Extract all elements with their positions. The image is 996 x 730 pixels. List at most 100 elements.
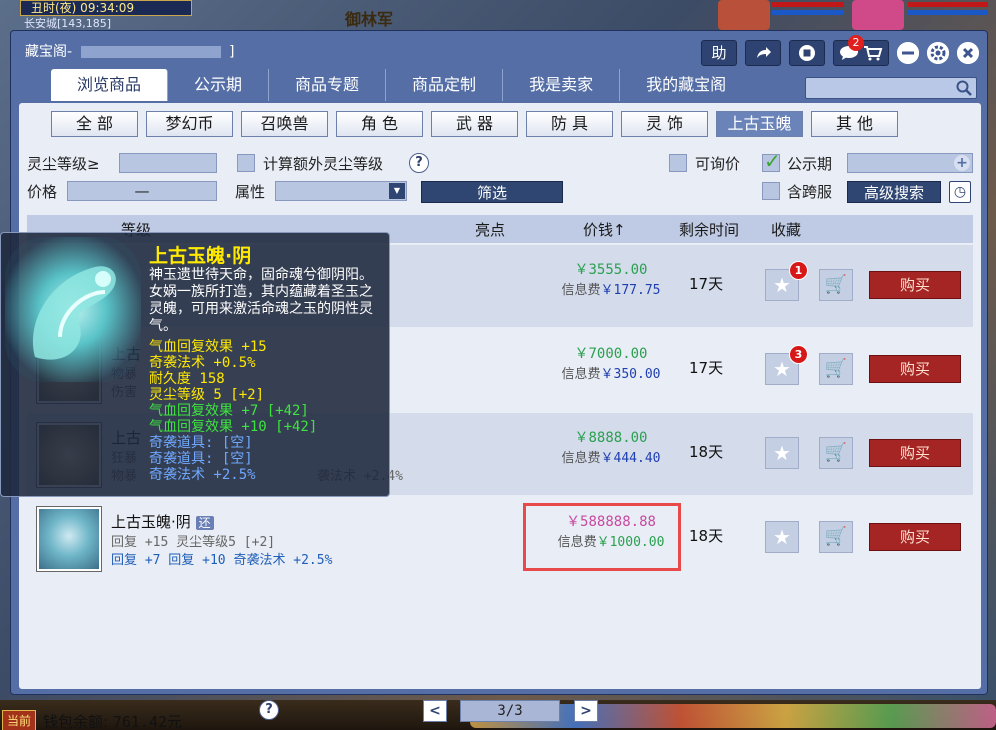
- add-to-cart-button[interactable]: 🛒: [819, 269, 853, 301]
- prev-page-button[interactable]: <: [423, 700, 447, 722]
- category-armor[interactable]: 防 具: [526, 111, 613, 137]
- game-time: 丑时(夜) 09:34:09: [20, 0, 192, 16]
- col-remaining[interactable]: 剩余时间: [679, 219, 739, 240]
- search-input[interactable]: [805, 77, 977, 99]
- page-indicator[interactable]: 3/3: [460, 700, 560, 722]
- category-currency[interactable]: 梦幻币: [146, 111, 233, 137]
- player-portrait[interactable]: [718, 0, 770, 30]
- cart-icon: 🛒: [824, 358, 848, 379]
- help-button[interactable]: 助: [701, 40, 737, 66]
- cart-icon: 🛒: [824, 442, 848, 463]
- favorite-button[interactable]: ★ 3: [765, 345, 808, 385]
- next-page-button[interactable]: >: [574, 700, 598, 722]
- category-all[interactable]: 全 部: [51, 111, 138, 137]
- col-price[interactable]: 价钱↑: [583, 219, 626, 240]
- add-to-cart-button[interactable]: 🛒: [819, 437, 853, 469]
- wallet-label: 钱包余额:: [43, 713, 109, 730]
- main-tabs: 浏览商品 公示期 商品专题 商品定制 我是卖家 我的藏宝阁: [51, 69, 752, 101]
- wallet-help-icon[interactable]: ?: [259, 700, 279, 720]
- buy-button[interactable]: 购买: [869, 355, 961, 383]
- item-price: ￥3555.00: [574, 262, 648, 278]
- filter-button[interactable]: 筛选: [421, 181, 563, 203]
- chat-channel[interactable]: 当前: [2, 710, 37, 730]
- settings-button[interactable]: [927, 42, 949, 64]
- attribute-label: 属性: [235, 183, 266, 201]
- item-attr-1: 回复 +15 灵尘等级5 [+2]: [111, 535, 276, 550]
- buy-button[interactable]: 购买: [869, 523, 961, 551]
- item-name-text: 上古玉魄·阴: [111, 513, 191, 531]
- tooltip-line: 奇袭法术 +0.5%: [149, 355, 256, 371]
- calc-extra-checkbox[interactable]: [237, 154, 255, 172]
- help-icon[interactable]: ?: [409, 153, 429, 173]
- tooltip-line: 奇袭法术 +2.5%: [149, 467, 256, 483]
- plus-icon[interactable]: +: [954, 155, 970, 171]
- category-accessories[interactable]: 灵 饰: [621, 111, 708, 137]
- item-attr-2: 回复 +7 回复 +10 奇袭法术 +2.5%: [111, 553, 333, 568]
- message-count-badge: 2: [848, 35, 864, 51]
- share-button[interactable]: [745, 40, 781, 66]
- tab-publicity[interactable]: 公示期: [168, 69, 270, 101]
- favorite-button[interactable]: ★: [765, 437, 799, 469]
- wallet-value: 761.42元: [112, 713, 183, 730]
- stop-icon: [799, 45, 815, 61]
- buy-button[interactable]: 购买: [869, 271, 961, 299]
- npc-name: 御林军: [345, 10, 394, 29]
- tab-topics[interactable]: 商品专题: [269, 69, 387, 101]
- item-name: 上古玉魄·阴 还: [111, 511, 214, 532]
- category-pets[interactable]: 召唤兽: [241, 111, 328, 137]
- category-jade-soul[interactable]: 上古玉魄: [716, 111, 803, 137]
- item-icon: [36, 506, 102, 572]
- tooltip-attributes: 气血回复效果 +15 奇袭法术 +0.5% 耐久度 158 灵尘等级 5 [+2…: [149, 339, 317, 483]
- buy-button[interactable]: 购买: [869, 439, 961, 467]
- add-to-cart-button[interactable]: 🛒: [819, 521, 853, 553]
- table-row[interactable]: 上古玉魄·阴 还 回复 +15 灵尘等级5 [+2] 回复 +7 回复 +10 …: [27, 497, 973, 579]
- star-icon: ★: [773, 525, 791, 549]
- tooltip-line: 奇袭道具: [空]: [149, 451, 253, 467]
- pet-mp-bar: [908, 10, 988, 15]
- fee-label: 信息费: [557, 535, 597, 550]
- category-other[interactable]: 其 他: [811, 111, 898, 137]
- tab-seller[interactable]: 我是卖家: [503, 69, 621, 101]
- tooltip-line: 奇袭道具: [空]: [149, 435, 253, 451]
- tooltip-line: 耐久度 158: [149, 371, 225, 387]
- favorite-button[interactable]: ★ 1: [765, 261, 808, 301]
- record-button[interactable]: [789, 40, 825, 66]
- minimize-button[interactable]: [897, 42, 919, 64]
- item-price: ￥8888.00: [574, 430, 648, 446]
- fee-amount: ￥350.00: [600, 367, 661, 382]
- cross-server-checkbox[interactable]: [762, 182, 780, 200]
- col-favorite[interactable]: 收藏: [771, 219, 801, 240]
- jade-soul-artwork: [5, 237, 141, 382]
- inquiry-checkbox[interactable]: [669, 154, 687, 172]
- game-location: 长安城[143,185]: [24, 17, 112, 30]
- pet-portrait[interactable]: [852, 0, 904, 30]
- wallet-balance: 钱包余额: 761.42元: [43, 711, 182, 730]
- clock-icon[interactable]: ◷: [949, 181, 971, 203]
- item-fee: 信息费￥444.40: [551, 447, 671, 466]
- attribute-select[interactable]: ▼: [275, 181, 407, 201]
- price-range-input[interactable]: —: [67, 181, 217, 201]
- publicity-select[interactable]: +: [847, 153, 973, 173]
- category-weapons[interactable]: 武 器: [431, 111, 518, 137]
- advanced-search-button[interactable]: 高级搜索: [847, 181, 941, 203]
- dust-level-input[interactable]: [119, 153, 217, 173]
- add-to-cart-button[interactable]: 🛒: [819, 353, 853, 385]
- gear-icon: [927, 42, 949, 64]
- category-characters[interactable]: 角 色: [336, 111, 423, 137]
- search-icon[interactable]: [956, 80, 972, 96]
- close-button[interactable]: [957, 42, 979, 64]
- dropdown-arrow-icon[interactable]: ▼: [389, 183, 405, 199]
- inquiry-label: 可询价: [695, 155, 741, 173]
- publicity-checkbox[interactable]: [762, 149, 781, 173]
- publicity-label: 公示期: [787, 155, 833, 173]
- window-title-text: 藏宝阁-: [25, 44, 73, 60]
- message-cart-button[interactable]: 2: [833, 35, 889, 66]
- item-price: ￥588888.88: [566, 514, 656, 530]
- tab-browse[interactable]: 浏览商品: [51, 69, 169, 101]
- tooltip-line: 气血回复效果 +7 [+42]: [149, 403, 309, 419]
- window-title: 藏宝阁- ]: [25, 41, 234, 61]
- col-highlights[interactable]: 亮点: [475, 219, 505, 240]
- favorite-button[interactable]: ★: [765, 521, 799, 553]
- tab-my-pavilion[interactable]: 我的藏宝阁: [620, 69, 752, 101]
- tab-custom[interactable]: 商品定制: [386, 69, 504, 101]
